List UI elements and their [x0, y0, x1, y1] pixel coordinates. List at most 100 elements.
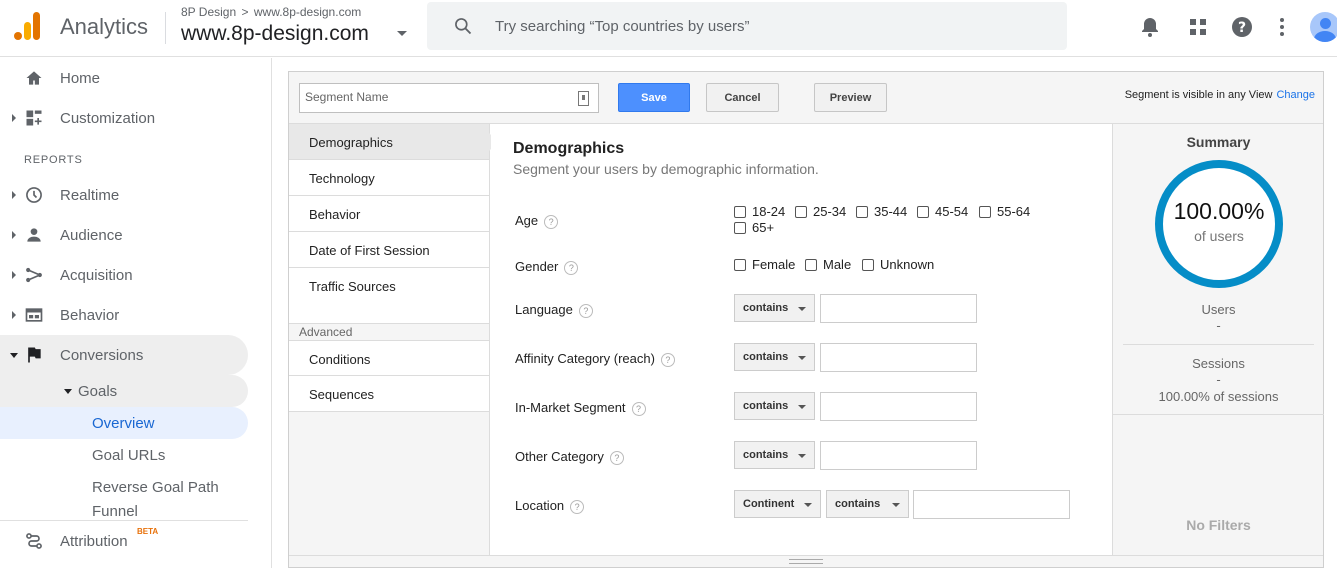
document-icon — [578, 91, 589, 106]
help-icon[interactable]: ? — [544, 214, 559, 229]
summary-divider — [1123, 344, 1314, 345]
caret-down-icon[interactable] — [397, 31, 407, 36]
sidebar-item-goal-urls[interactable]: Goal URLs — [0, 439, 248, 471]
tab-technology[interactable]: Technology — [289, 160, 489, 196]
tab-traffic-sources[interactable]: Traffic Sources — [289, 268, 489, 324]
help-icon[interactable]: ? — [578, 303, 593, 318]
tab-demographics[interactable]: Demographics — [289, 124, 498, 160]
chevron-right-icon: > — [241, 5, 249, 19]
help-icon[interactable]: ? — [631, 401, 646, 416]
tab-conditions[interactable]: Conditions — [289, 340, 489, 376]
gender-checkbox-unknown[interactable]: Unknown — [862, 257, 934, 272]
tab-date-of-first-session[interactable]: Date of First Session — [289, 232, 489, 268]
search-bar[interactable] — [427, 2, 1067, 50]
search-icon — [455, 18, 472, 35]
sidebar-item-attribution[interactable]: Attribution BETA — [0, 521, 248, 561]
help-icon[interactable]: ? — [564, 260, 579, 275]
users-percentage: 100.00% — [1173, 198, 1265, 224]
sidebar-item-label: Audience — [60, 226, 123, 244]
users-value: - — [1216, 318, 1221, 333]
top-bar: Analytics 8P Design > www.8p-design.com … — [0, 0, 1337, 57]
checkbox-box[interactable] — [805, 258, 817, 271]
checkbox-box[interactable] — [795, 205, 807, 218]
save-button[interactable]: Save — [618, 83, 690, 112]
location-level-select[interactable]: Continent — [734, 490, 821, 518]
sidebar-item-audience[interactable]: Audience — [0, 215, 248, 255]
caret-down-icon — [798, 454, 806, 458]
other-category-operator-select[interactable]: contains — [734, 441, 815, 469]
help-icon[interactable]: ? — [570, 499, 585, 514]
account-selector[interactable]: www.8p-design.com — [181, 22, 369, 46]
analytics-logo-icon[interactable] — [14, 12, 42, 42]
in-market-operator-select[interactable]: contains — [734, 392, 815, 420]
apps-grid-icon[interactable] — [1186, 15, 1210, 39]
sessions-label: Sessions — [1192, 356, 1245, 371]
checkbox-box[interactable] — [917, 205, 929, 218]
help-icon[interactable]: ? — [660, 352, 675, 367]
tab-label: Date of First Session — [309, 243, 430, 258]
age-checkbox-25-34[interactable]: 25-34 — [795, 204, 846, 219]
chevron-right-icon — [12, 271, 16, 279]
sidebar-item-realtime[interactable]: Realtime — [0, 175, 248, 215]
checkbox-box[interactable] — [862, 258, 874, 271]
gender-label: Gender — [515, 259, 559, 274]
web-window-icon — [25, 308, 43, 322]
checkbox-box[interactable] — [734, 221, 746, 234]
sidebar-item-home[interactable]: Home — [0, 58, 248, 98]
gender-checkbox-female[interactable]: Female — [734, 257, 795, 272]
reports-section-label: REPORTS — [24, 154, 83, 166]
help-icon[interactable]: ? — [609, 450, 624, 465]
sidebar-item-reverse-goal-path[interactable]: Reverse Goal Path Funnel — [0, 471, 248, 520]
beta-badge: BETA — [137, 527, 159, 536]
sidebar-item-goals[interactable]: Goals — [0, 375, 248, 407]
sidebar-item-customization[interactable]: Customization — [0, 98, 248, 138]
sidebar-item-overview[interactable]: Overview — [0, 407, 248, 439]
help-icon[interactable]: ? — [1230, 15, 1254, 39]
caret-down-icon — [798, 307, 806, 311]
change-link[interactable]: Change — [1276, 89, 1315, 101]
visibility-text: Segment is visible in any View — [1124, 89, 1273, 101]
location-value-input[interactable] — [913, 490, 1070, 519]
in-market-value-input[interactable] — [820, 392, 977, 421]
preview-button[interactable]: Preview — [814, 83, 887, 112]
checkbox-box[interactable] — [856, 205, 868, 218]
segment-name-field[interactable] — [299, 83, 599, 113]
sidebar-item-conversions[interactable]: Conversions — [0, 335, 248, 375]
notifications-bell-icon[interactable] — [1138, 15, 1162, 39]
cancel-button[interactable]: Cancel — [706, 83, 779, 112]
checkbox-box[interactable] — [979, 205, 991, 218]
more-vert-icon[interactable] — [1270, 15, 1294, 39]
resize-handle[interactable] — [289, 555, 1323, 567]
age-checkbox-18-24[interactable]: 18-24 — [734, 204, 785, 219]
checkbox-box[interactable] — [734, 205, 746, 218]
search-input[interactable] — [495, 14, 1035, 38]
account-breadcrumb[interactable]: 8P Design > www.8p-design.com — [181, 5, 361, 19]
sidebar: Home Customization REPORTS Realtime Audi… — [0, 58, 272, 568]
age-checkbox-35-44[interactable]: 35-44 — [856, 204, 907, 219]
language-value-input[interactable] — [820, 294, 977, 323]
chevron-right-icon — [12, 191, 16, 199]
age-checkbox-45-54[interactable]: 45-54 — [917, 204, 968, 219]
tab-sequences[interactable]: Sequences — [289, 376, 489, 412]
panel-title: Demographics — [513, 140, 625, 157]
tab-behavior[interactable]: Behavior — [289, 196, 489, 232]
sidebar-item-behavior[interactable]: Behavior — [0, 295, 248, 335]
segment-name-input[interactable] — [305, 90, 565, 104]
avatar[interactable] — [1310, 12, 1337, 42]
sidebar-item-acquisition[interactable]: Acquisition — [0, 255, 248, 295]
segment-category-tabs: Demographics Technology Behavior Date of… — [289, 124, 498, 555]
sidebar-item-label: Attribution — [60, 532, 128, 550]
age-checkbox-65-plus[interactable]: 65+ — [734, 220, 774, 235]
language-operator-select[interactable]: contains — [734, 294, 815, 322]
affinity-operator-select[interactable]: contains — [734, 343, 815, 371]
other-category-value-input[interactable] — [820, 441, 977, 470]
sidebar-item-label: Goal URLs — [92, 447, 166, 464]
location-operator-select[interactable]: contains — [826, 490, 909, 518]
affinity-value-input[interactable] — [820, 343, 977, 372]
home-icon — [26, 71, 42, 85]
checkbox-box[interactable] — [734, 258, 746, 271]
age-checkbox-55-64[interactable]: 55-64 — [979, 204, 1030, 219]
gender-checkbox-male[interactable]: Male — [805, 257, 851, 272]
svg-text:?: ? — [1238, 20, 1246, 36]
clock-icon — [26, 187, 42, 203]
